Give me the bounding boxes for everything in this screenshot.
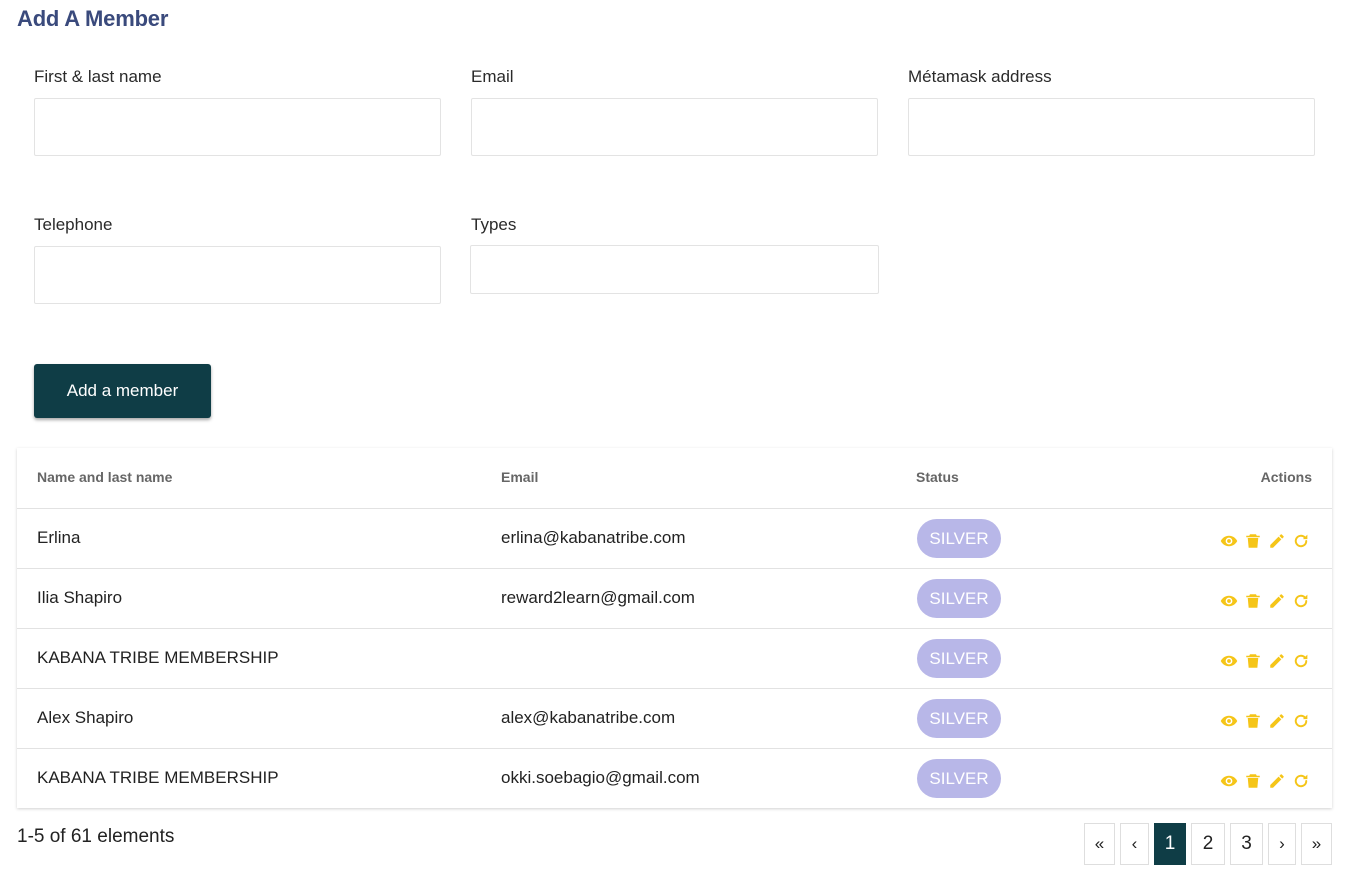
pencil-icon[interactable]: [1268, 772, 1286, 790]
status-badge: SILVER: [917, 639, 1001, 678]
row-actions: [1220, 651, 1310, 671]
status-badge: SILVER: [917, 759, 1001, 798]
trash-icon[interactable]: [1244, 712, 1262, 730]
pencil-icon[interactable]: [1268, 592, 1286, 610]
telephone-input[interactable]: [34, 246, 441, 304]
eye-icon[interactable]: [1220, 532, 1238, 550]
member-email: okki.soebagio@gmail.com: [501, 768, 700, 787]
refresh-icon[interactable]: [1292, 592, 1310, 610]
member-name: KABANA TRIBE MEMBERSHIP: [37, 648, 279, 667]
table-row: Erlina erlina@kabanatribe.com SILVER: [17, 508, 1332, 569]
name-input[interactable]: [34, 98, 441, 156]
page-button-2[interactable]: 2: [1191, 823, 1225, 865]
pencil-icon[interactable]: [1268, 652, 1286, 670]
eye-icon[interactable]: [1220, 592, 1238, 610]
pencil-icon[interactable]: [1268, 712, 1286, 730]
add-member-button[interactable]: Add a member: [34, 364, 211, 418]
table-row: KABANA TRIBE MEMBERSHIP SILVER: [17, 628, 1332, 689]
row-actions: [1220, 531, 1310, 551]
email-field-label: Email: [471, 67, 514, 86]
metamask-input[interactable]: [908, 98, 1315, 156]
trash-icon[interactable]: [1244, 772, 1262, 790]
table-row: Alex Shapiro alex@kabanatribe.com SILVER: [17, 688, 1332, 749]
row-actions: [1220, 591, 1310, 611]
trash-icon[interactable]: [1244, 652, 1262, 670]
refresh-icon[interactable]: [1292, 652, 1310, 670]
page-title: Add A Member: [17, 6, 169, 31]
table-row: Ilia Shapiro reward2learn@gmail.com SILV…: [17, 568, 1332, 629]
status-badge: SILVER: [917, 579, 1001, 618]
status-badge: SILVER: [917, 699, 1001, 738]
eye-icon[interactable]: [1220, 652, 1238, 670]
trash-icon[interactable]: [1244, 592, 1262, 610]
column-header-actions: Actions: [1260, 469, 1312, 485]
telephone-field-label: Telephone: [34, 215, 113, 234]
page-button-1[interactable]: 1: [1154, 823, 1186, 865]
table-row: KABANA TRIBE MEMBERSHIP okki.soebagio@gm…: [17, 748, 1332, 809]
name-field-label: First & last name: [34, 67, 162, 86]
column-header-status: Status: [916, 469, 959, 485]
member-name: KABANA TRIBE MEMBERSHIP: [37, 768, 279, 787]
member-email: alex@kabanatribe.com: [501, 708, 676, 727]
row-actions: [1220, 711, 1310, 731]
metamask-field-label: Métamask address: [908, 67, 1052, 86]
last-page-button[interactable]: »: [1301, 823, 1332, 865]
refresh-icon[interactable]: [1292, 712, 1310, 730]
row-actions: [1220, 771, 1310, 791]
first-page-button[interactable]: «: [1084, 823, 1115, 865]
status-badge: SILVER: [917, 519, 1001, 558]
pencil-icon[interactable]: [1268, 532, 1286, 550]
previous-page-button[interactable]: ‹: [1120, 823, 1149, 865]
refresh-icon[interactable]: [1292, 532, 1310, 550]
member-name: Erlina: [37, 528, 81, 547]
trash-icon[interactable]: [1244, 532, 1262, 550]
types-field-label: Types: [471, 215, 517, 234]
pagination-summary: 1-5 of 61 elements: [17, 826, 175, 847]
email-input[interactable]: [471, 98, 878, 156]
refresh-icon[interactable]: [1292, 772, 1310, 790]
member-email: reward2learn@gmail.com: [501, 588, 695, 607]
eye-icon[interactable]: [1220, 712, 1238, 730]
page-button-3[interactable]: 3: [1230, 823, 1263, 865]
member-email: erlina@kabanatribe.com: [501, 528, 686, 547]
types-select[interactable]: [470, 245, 879, 294]
members-table: Name and last name Email Status Actions …: [17, 448, 1332, 808]
member-name: Ilia Shapiro: [37, 588, 123, 607]
column-header-name: Name and last name: [37, 469, 173, 485]
column-header-email: Email: [501, 469, 539, 485]
eye-icon[interactable]: [1220, 772, 1238, 790]
next-page-button[interactable]: ›: [1268, 823, 1296, 865]
member-name: Alex Shapiro: [37, 708, 134, 727]
